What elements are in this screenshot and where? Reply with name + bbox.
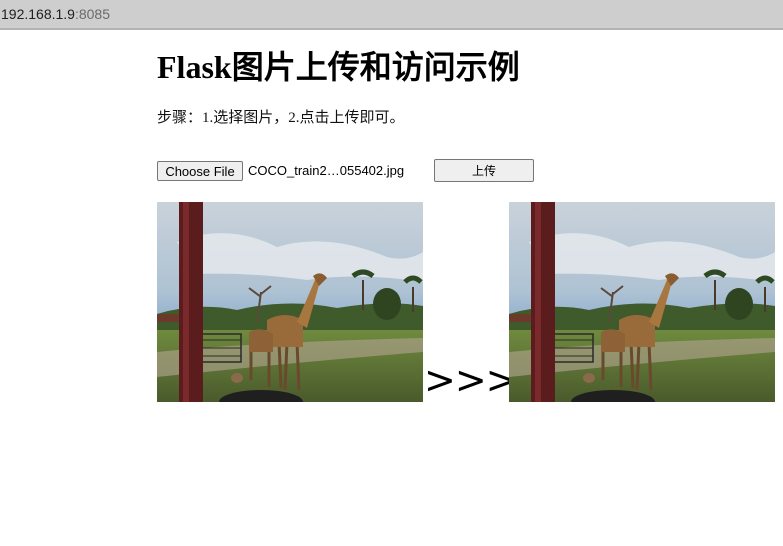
selected-file-name: COCO_train2…055402.jpg xyxy=(248,163,405,178)
address-host: 192.168.1.9 xyxy=(1,6,75,22)
instructions-text: 步骤：1.选择图片，2.点击上传即可。 xyxy=(157,110,405,126)
giraffe-photo xyxy=(509,202,775,402)
arrow-indicator: >>> xyxy=(424,358,518,402)
page-title: Flask图片上传和访问示例 xyxy=(157,49,520,85)
upload-button[interactable]: 上传 xyxy=(434,159,534,182)
giraffe-photo xyxy=(157,202,423,402)
output-image xyxy=(509,202,775,402)
address-bar[interactable]: 192.168.1.9:8085 xyxy=(0,0,783,30)
choose-file-button[interactable]: Choose File xyxy=(157,161,243,181)
input-image xyxy=(157,202,423,402)
address-port: :8085 xyxy=(74,6,111,22)
